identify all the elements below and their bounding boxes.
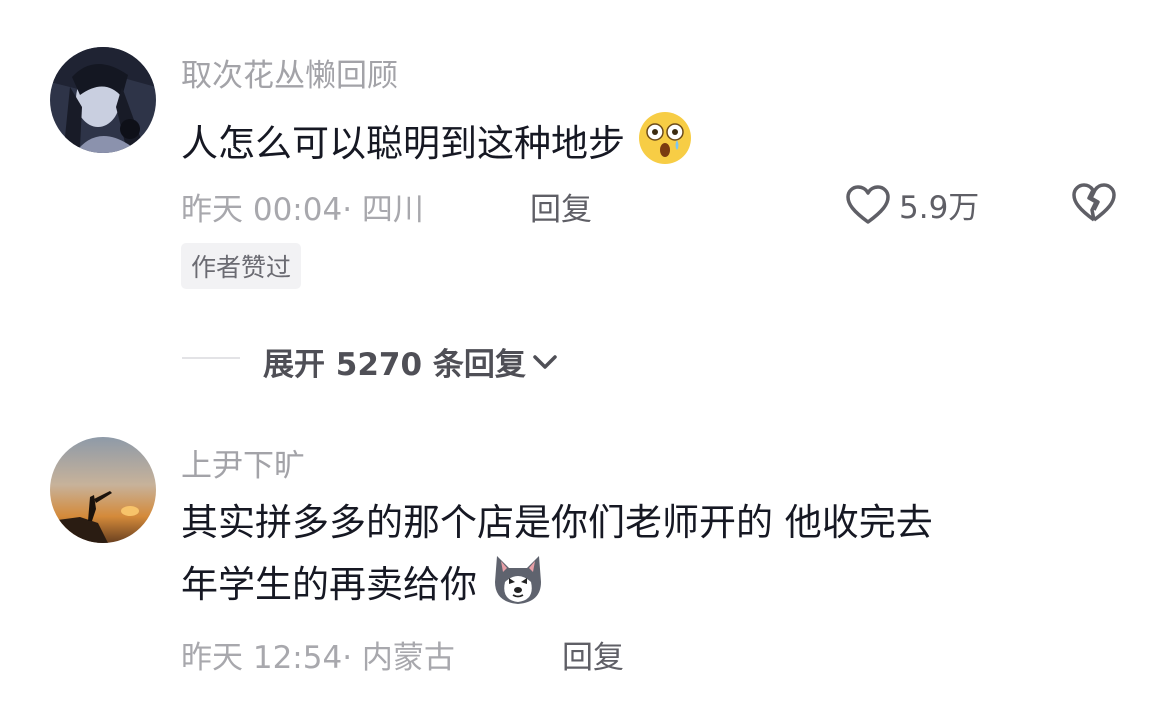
chevron-down-icon bbox=[532, 353, 558, 371]
heart-icon bbox=[845, 184, 891, 226]
comment-text-line: 其实拼多多的那个店是你们老师开的 他收完去 bbox=[181, 501, 933, 544]
expand-replies-label: 展开 5270 条回复 bbox=[263, 347, 526, 383]
comment-text: 人怎么可以聪明到这种地步 bbox=[181, 110, 693, 181]
comment-location: 内蒙古 bbox=[361, 640, 455, 676]
shocked-face-emoji-icon bbox=[637, 110, 693, 181]
avatar[interactable] bbox=[50, 437, 156, 543]
like-count: 5.9万 bbox=[899, 190, 980, 226]
comment-username[interactable]: 上尹下旷 bbox=[181, 440, 305, 485]
broken-heart-icon bbox=[1071, 183, 1117, 228]
comment-text-line: 年学生的再卖给你 bbox=[181, 563, 477, 606]
comment-time: 昨天 12:54 bbox=[181, 640, 343, 676]
comment-time: 昨天 00:04 bbox=[181, 192, 343, 228]
comment-meta: 昨天 12:54· 内蒙古 bbox=[181, 640, 455, 676]
comment-text-line: 人怎么可以聪明到这种地步 bbox=[181, 122, 625, 165]
reply-button[interactable]: 回复 bbox=[530, 184, 592, 229]
husky-dog-emoji-icon bbox=[489, 552, 547, 621]
expand-replies-button[interactable]: 展开 5270 条回复 bbox=[263, 339, 558, 384]
reply-button[interactable]: 回复 bbox=[562, 632, 624, 677]
divider bbox=[182, 357, 240, 359]
dislike-button[interactable] bbox=[1071, 182, 1117, 228]
like-button[interactable]: 5.9万 bbox=[845, 182, 979, 227]
comment-meta: 昨天 00:04· 四川 bbox=[181, 192, 424, 228]
author-liked-badge: 作者赞过 bbox=[181, 243, 302, 289]
avatar[interactable] bbox=[50, 47, 156, 153]
comment-location: 四川 bbox=[361, 192, 424, 228]
comment-text: 年学生的再卖给你 bbox=[181, 552, 547, 621]
comment-username[interactable]: 取次花丛懒回顾 bbox=[181, 50, 398, 95]
